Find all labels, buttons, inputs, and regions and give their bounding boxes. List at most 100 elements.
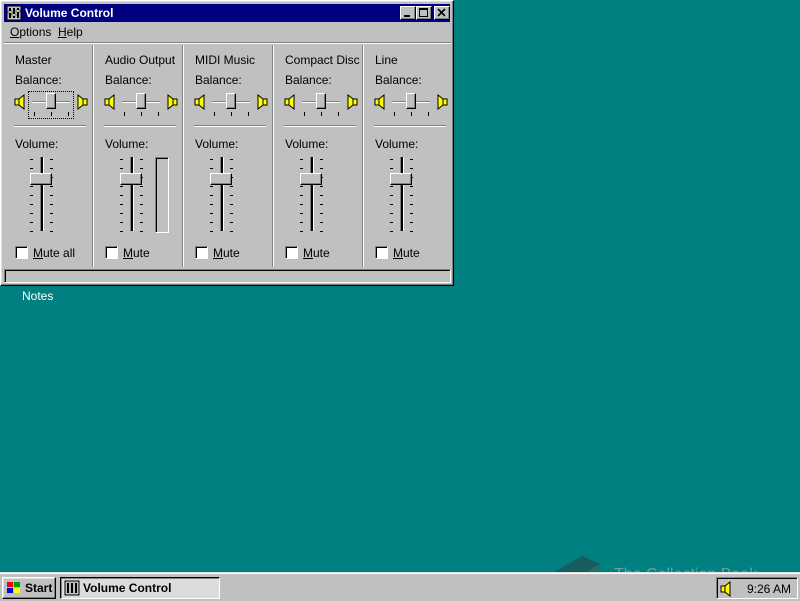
volume-tick xyxy=(320,213,323,214)
mute-accel: M xyxy=(123,246,133,260)
volume-tick xyxy=(50,168,53,169)
menu-help-rest: elp xyxy=(66,25,83,39)
status-bar xyxy=(4,269,451,283)
volume-thumb[interactable] xyxy=(210,172,232,185)
balance-slider[interactable] xyxy=(28,91,74,119)
speaker-right-icon xyxy=(257,93,268,111)
mute-checkbox-box[interactable] xyxy=(195,246,208,259)
balance-tick xyxy=(338,112,339,116)
mute-label[interactable]: Mute xyxy=(393,246,420,260)
mute-label[interactable]: Mute xyxy=(303,246,330,260)
volume-tick xyxy=(50,231,53,232)
volume-tick xyxy=(210,231,213,232)
mute-label[interactable]: Mute xyxy=(123,246,150,260)
balance-slider[interactable] xyxy=(208,91,254,119)
volume-slider[interactable] xyxy=(22,155,62,235)
volume-label: Volume: xyxy=(105,137,149,151)
volume-tick xyxy=(300,186,303,187)
maximize-button[interactable] xyxy=(416,6,432,20)
taskbar-button-volume-control[interactable]: Volume Control xyxy=(60,577,220,599)
volume-slider[interactable] xyxy=(112,155,152,235)
menu-help[interactable]: Help xyxy=(58,25,83,39)
speaker-left-icon xyxy=(14,93,25,111)
volume-tick xyxy=(410,213,413,214)
volume-tick xyxy=(120,168,123,169)
level-meter xyxy=(155,157,169,233)
volume-thumb[interactable] xyxy=(300,172,322,185)
volume-control-task-icon xyxy=(64,580,80,596)
volume-tick xyxy=(390,186,393,187)
mixer-area: Master Balance: Volume: Mute all Audio Outpu… xyxy=(4,42,451,268)
volume-slider[interactable] xyxy=(292,155,332,235)
close-button[interactable] xyxy=(434,6,450,20)
balance-tick xyxy=(68,112,69,116)
balance-slider[interactable] xyxy=(388,91,434,119)
desktop-icon-notes-label[interactable]: Notes xyxy=(22,289,53,303)
volume-tick xyxy=(410,231,413,232)
volume-tick xyxy=(230,186,233,187)
balance-thumb[interactable] xyxy=(136,93,146,109)
channel-divider xyxy=(374,125,446,127)
volume-tick xyxy=(320,186,323,187)
volume-tick xyxy=(140,222,143,223)
channel-compact-disc: Compact Disc Balance: Volume: Mute xyxy=(272,43,364,268)
balance-tick xyxy=(141,112,142,116)
volume-tick xyxy=(300,195,303,196)
balance-thumb[interactable] xyxy=(46,93,56,109)
minimize-button[interactable] xyxy=(400,6,416,20)
volume-thumb[interactable] xyxy=(390,172,412,185)
menu-bar: Options Help xyxy=(4,23,450,41)
volume-tick xyxy=(140,213,143,214)
volume-tick xyxy=(30,159,33,160)
mute-label[interactable]: Mute all xyxy=(33,246,75,260)
title-bar[interactable]: Volume Control xyxy=(4,4,450,22)
speaker-left-icon xyxy=(104,93,115,111)
volume-tick xyxy=(390,204,393,205)
mute-checkbox-box[interactable] xyxy=(375,246,388,259)
balance-tick xyxy=(158,112,159,116)
volume-slider[interactable] xyxy=(202,155,242,235)
volume-tick xyxy=(140,231,143,232)
channel-divider xyxy=(14,125,86,127)
volume-tick xyxy=(320,168,323,169)
balance-thumb[interactable] xyxy=(406,93,416,109)
balance-thumb[interactable] xyxy=(226,93,236,109)
balance-tick xyxy=(394,112,395,116)
mute-checkbox-box[interactable] xyxy=(15,246,28,259)
balance-tick xyxy=(124,112,125,116)
balance-slider[interactable] xyxy=(298,91,344,119)
menu-options[interactable]: Options xyxy=(10,25,51,39)
volume-tick xyxy=(300,168,303,169)
speaker-right-icon xyxy=(167,93,178,111)
volume-tick xyxy=(30,222,33,223)
balance-tick xyxy=(304,112,305,116)
volume-tick xyxy=(300,159,303,160)
start-button[interactable]: Start xyxy=(2,577,56,599)
mute-checkbox-box[interactable] xyxy=(105,246,118,259)
close-icon xyxy=(437,8,446,17)
balance-tick xyxy=(248,112,249,116)
clock[interactable]: 9:26 AM xyxy=(747,582,791,596)
mute-accel: M xyxy=(213,246,223,260)
volume-tick xyxy=(390,231,393,232)
volume-tick xyxy=(210,204,213,205)
balance-tick xyxy=(51,112,52,116)
speaker-icon[interactable] xyxy=(720,580,734,598)
volume-tick xyxy=(210,195,213,196)
volume-tick xyxy=(210,159,213,160)
volume-tick xyxy=(210,168,213,169)
volume-thumb[interactable] xyxy=(30,172,52,185)
balance-tick xyxy=(411,112,412,116)
speaker-right-icon xyxy=(347,93,358,111)
volume-thumb[interactable] xyxy=(120,172,142,185)
mute-label[interactable]: Mute xyxy=(213,246,240,260)
balance-thumb[interactable] xyxy=(316,93,326,109)
volume-slider[interactable] xyxy=(382,155,422,235)
volume-tick xyxy=(320,195,323,196)
balance-slider[interactable] xyxy=(118,91,164,119)
volume-tick xyxy=(50,159,53,160)
volume-tick xyxy=(50,204,53,205)
volume-tick xyxy=(140,195,143,196)
mute-checkbox-box[interactable] xyxy=(285,246,298,259)
window-title: Volume Control xyxy=(25,6,114,20)
